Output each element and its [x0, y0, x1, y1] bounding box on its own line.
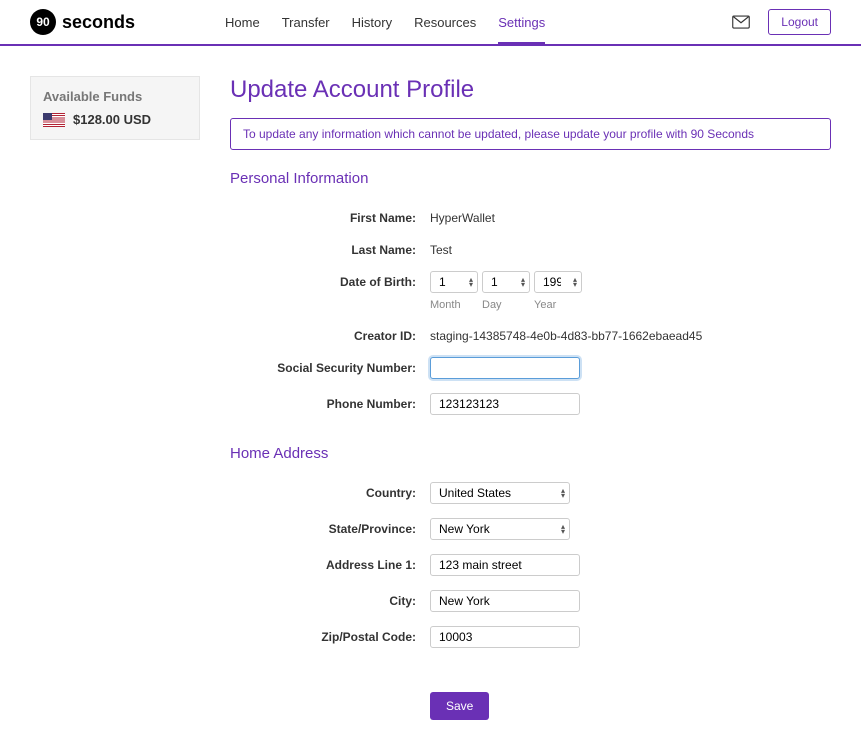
row-country: Country: United States ▴▾	[230, 482, 831, 504]
dob-year-select[interactable]: 1990	[534, 271, 582, 293]
dob-month-select[interactable]: 1	[430, 271, 478, 293]
mail-icon[interactable]	[732, 15, 750, 29]
zip-input[interactable]	[430, 626, 580, 648]
main-nav: Home Transfer History Resources Settings	[225, 3, 545, 42]
dob-month-hint: Month	[430, 299, 478, 311]
zip-label: Zip/Postal Code:	[230, 626, 430, 644]
brand-logo: 90 seconds	[30, 9, 135, 35]
country-label: Country:	[230, 482, 430, 500]
dob-hints: Month Day Year	[430, 299, 831, 311]
row-address-line1: Address Line 1:	[230, 554, 831, 576]
dob-label: Date of Birth:	[230, 271, 430, 289]
main-content: Update Account Profile To update any inf…	[230, 76, 831, 720]
first-name-value: HyperWallet	[430, 207, 495, 225]
last-name-value: Test	[430, 239, 452, 257]
row-ssn: Social Security Number:	[230, 357, 831, 379]
last-name-label: Last Name:	[230, 239, 430, 257]
ssn-label: Social Security Number:	[230, 357, 430, 375]
nav-history[interactable]: History	[352, 3, 392, 42]
dob-day-hint: Day	[482, 299, 530, 311]
state-label: State/Province:	[230, 518, 430, 536]
sidebar: Available Funds $128.00 USD	[30, 76, 200, 720]
page-title: Update Account Profile	[230, 76, 831, 104]
funds-title: Available Funds	[43, 89, 187, 104]
funds-amount: $128.00 USD	[73, 112, 151, 127]
creator-id-label: Creator ID:	[230, 325, 430, 343]
dob-day-select[interactable]: 1	[482, 271, 530, 293]
container: Available Funds $128.00 USD Update Accou…	[0, 46, 861, 750]
header: 90 seconds Home Transfer History Resourc…	[0, 0, 861, 46]
row-zip: Zip/Postal Code:	[230, 626, 831, 648]
row-phone: Phone Number:	[230, 393, 831, 415]
row-first-name: First Name: HyperWallet	[230, 207, 831, 225]
header-right: Logout	[732, 9, 831, 35]
row-city: City:	[230, 590, 831, 612]
row-state: State/Province: New York ▴▾	[230, 518, 831, 540]
state-select[interactable]: New York	[430, 518, 570, 540]
dob-selects: 1 ▴▾ 1 ▴▾ 1990 ▴▾	[430, 271, 831, 293]
country-select[interactable]: United States	[430, 482, 570, 504]
nav-resources[interactable]: Resources	[414, 3, 476, 42]
section-personal-title: Personal Information	[230, 170, 831, 187]
phone-input[interactable]	[430, 393, 580, 415]
logo-badge-icon: 90	[30, 9, 56, 35]
nav-transfer[interactable]: Transfer	[282, 3, 330, 42]
dob-field: 1 ▴▾ 1 ▴▾ 1990 ▴▾ Month Day Year	[430, 271, 831, 311]
info-banner: To update any information which cannot b…	[230, 118, 831, 150]
nav-home[interactable]: Home	[225, 3, 260, 42]
section-address-title: Home Address	[230, 445, 831, 462]
address-line1-input[interactable]	[430, 554, 580, 576]
row-creator-id: Creator ID: staging-14385748-4e0b-4d83-b…	[230, 325, 831, 343]
funds-row: $128.00 USD	[43, 112, 187, 127]
city-label: City:	[230, 590, 430, 608]
save-button[interactable]: Save	[430, 692, 489, 720]
logout-button[interactable]: Logout	[768, 9, 831, 35]
row-last-name: Last Name: Test	[230, 239, 831, 257]
creator-id-value: staging-14385748-4e0b-4d83-bb77-1662ebae…	[430, 325, 702, 343]
nav-settings[interactable]: Settings	[498, 3, 545, 44]
us-flag-icon	[43, 113, 65, 127]
phone-label: Phone Number:	[230, 393, 430, 411]
dob-year-hint: Year	[534, 299, 582, 311]
line1-label: Address Line 1:	[230, 554, 430, 572]
funds-card: Available Funds $128.00 USD	[30, 76, 200, 140]
first-name-label: First Name:	[230, 207, 430, 225]
row-dob: Date of Birth: 1 ▴▾ 1 ▴▾ 1990 ▴▾	[230, 271, 831, 311]
ssn-input[interactable]	[430, 357, 580, 379]
city-input[interactable]	[430, 590, 580, 612]
brand-name: seconds	[62, 12, 135, 33]
